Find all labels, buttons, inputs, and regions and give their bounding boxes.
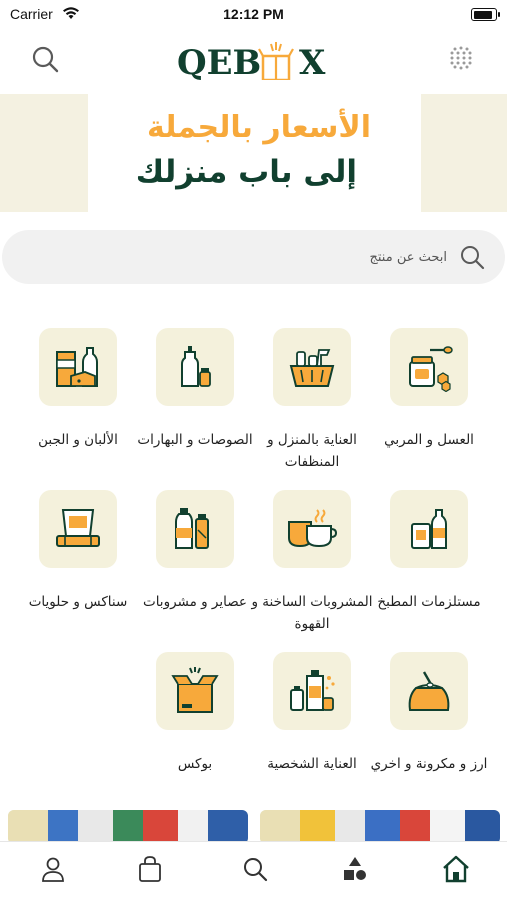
banner-content: الأسعار بالجملة إلى باب منزلك (88, 94, 421, 212)
promo-art (300, 810, 335, 844)
category-label: ارز و مكرونة و اخري (370, 756, 488, 772)
category-label: الألبان و الجبن (38, 432, 118, 448)
category-tile (390, 652, 468, 730)
banner-headline: الأسعار بالجملة (146, 110, 371, 145)
category-tile (273, 652, 351, 730)
promo-art (208, 810, 248, 844)
sauce-bottle-icon (181, 346, 211, 387)
banner-subheadline: إلى باب منزلك (135, 154, 357, 190)
promo-card-right[interactable] (260, 810, 500, 844)
dots-menu-icon[interactable] (447, 44, 475, 72)
kitchen-supplies-icon (411, 509, 447, 549)
home-icon[interactable] (441, 854, 471, 884)
svg-text:QEB: QEB (177, 43, 261, 80)
search-icon[interactable] (459, 244, 485, 270)
coffee-cup-icon (288, 509, 337, 548)
promo-art (8, 810, 48, 844)
battery-icon (471, 8, 500, 21)
category-label: بوكس (177, 756, 213, 772)
search-icon[interactable] (240, 854, 270, 884)
battery-level (473, 10, 492, 19)
category-tile (156, 652, 234, 730)
category-label: العسل و المربي (384, 432, 474, 448)
promo-art (465, 810, 500, 844)
promo-art (365, 810, 400, 844)
category-label: العناية الشخصية (267, 756, 357, 772)
product-search-bar[interactable] (2, 230, 505, 284)
promo-art (178, 810, 208, 844)
category-tile (156, 328, 234, 406)
personal-care-icon (290, 670, 335, 711)
promo-art (335, 810, 365, 844)
dairy-icon (56, 347, 98, 387)
category-tile (156, 490, 234, 568)
category-tile (273, 490, 351, 568)
promo-art (400, 810, 430, 844)
category-tile (390, 328, 468, 406)
category-label: المشروبات الساخنة و القهوة (251, 594, 373, 632)
promo-card-left[interactable] (8, 810, 248, 844)
box-icon (171, 667, 219, 713)
category-label: سناكس و حلويات (28, 594, 128, 610)
user-icon[interactable] (38, 854, 68, 884)
search-icon[interactable] (30, 44, 60, 74)
category-label: عصاير و مشروبات (142, 594, 247, 610)
snacks-icon (56, 509, 100, 547)
promo-art (260, 810, 300, 844)
qebox-logo: QEB X QEB X (175, 36, 336, 83)
app-header: QEB X QEB X (0, 30, 507, 92)
honey-jar-icon (409, 346, 453, 392)
rice-sack-icon (408, 671, 450, 711)
category-label: الصوصات و البهارات (137, 432, 253, 448)
promo-art (78, 810, 113, 844)
category-label: العناية بالمنزل و المنظفات (267, 432, 357, 470)
category-label: مستلزمات المطبخ (377, 594, 481, 610)
category-tile (39, 328, 117, 406)
promo-art (48, 810, 78, 844)
promo-art (430, 810, 465, 844)
status-bar: Carrier 12:12 PM (0, 0, 507, 30)
promo-banner[interactable]: الأسعار بالجملة إلى باب منزلك (0, 94, 507, 212)
clock: 12:12 PM (223, 6, 284, 22)
shapes-icon[interactable] (340, 854, 370, 884)
promo-art (113, 810, 143, 844)
svg-text:X: X (299, 43, 326, 80)
category-tile (273, 328, 351, 406)
promo-art (143, 810, 178, 844)
search-input[interactable] (22, 242, 447, 272)
logo-text: QEB X (335, 36, 336, 37)
shopping-bag-icon[interactable] (135, 854, 165, 884)
cleaning-basket-icon (289, 349, 335, 387)
category-tile (390, 490, 468, 568)
juice-bottles-icon (175, 508, 209, 549)
bottom-tab-bar (0, 841, 507, 900)
category-tile (39, 490, 117, 568)
